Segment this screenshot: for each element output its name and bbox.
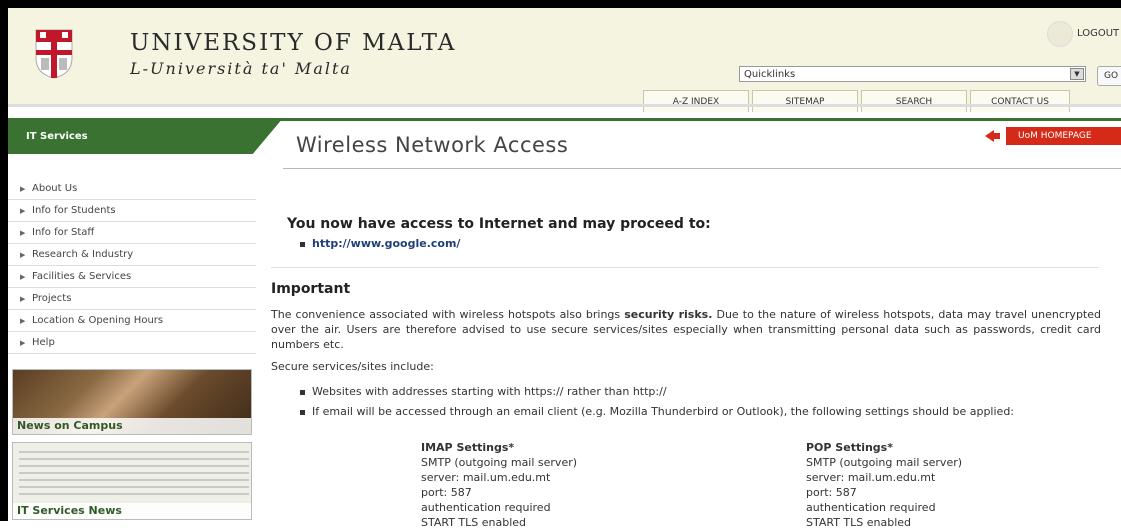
sidebar-item-label: Research & Industry — [32, 249, 134, 260]
sidebar-item-about-us[interactable]: ▶ About Us — [8, 178, 256, 200]
sidebar-item-label: Facilities & Services — [32, 271, 132, 282]
imap-line: port: 587 — [421, 486, 472, 499]
nav-az-index[interactable]: A-Z INDEX — [643, 90, 749, 112]
window-border-top — [0, 0, 1121, 8]
newsletter-thumbnail — [19, 451, 249, 500]
sidebar-item-label: Help — [32, 337, 55, 348]
section-label: IT Services — [26, 131, 88, 142]
chevron-right-icon: ▶ — [20, 251, 26, 259]
pop-line: server: mail.um.edu.mt — [806, 471, 936, 484]
sidebar-item-label: Info for Students — [32, 205, 116, 216]
imap-line: START TLS enabled — [421, 516, 527, 529]
sidebar-item-label: About Us — [32, 183, 78, 194]
imap-line: authentication required — [421, 501, 551, 514]
site-header: UNIVERSITY OF MALTA L-Università ta' Mal… — [8, 8, 1121, 112]
imap-line: SMTP (outgoing mail server) — [421, 456, 578, 469]
logout-label: LOGOUT — [1077, 28, 1120, 39]
imap-heading: IMAP Settings* — [421, 441, 515, 454]
secure-services-label: Secure services/sites include: — [271, 360, 434, 373]
sidebar-item-research-industry[interactable]: ▶ Research & Industry — [8, 244, 256, 266]
chevron-right-icon: ▶ — [20, 339, 26, 347]
chevron-down-icon: ▼ — [1070, 68, 1084, 80]
bullet-icon — [300, 409, 305, 415]
chevron-right-icon: ▶ — [20, 185, 26, 193]
sidebar-item-label: Projects — [32, 293, 72, 304]
security-risks-emphasis: security risks. — [624, 308, 713, 321]
list-item: Websites with addresses starting with ht… — [300, 385, 667, 398]
title-divider — [283, 168, 1121, 169]
bullet-icon — [300, 389, 305, 395]
news-on-campus-promo[interactable]: News on Campus — [12, 369, 252, 435]
imap-line: server: mail.um.edu.mt — [421, 471, 551, 484]
university-crest-icon — [35, 29, 73, 79]
chevron-right-icon: ▶ — [20, 295, 26, 303]
sidebar-item-label: Info for Staff — [32, 227, 95, 238]
it-services-news-promo[interactable]: IT Services News — [12, 442, 252, 520]
header-divider — [8, 104, 1121, 107]
sidebar-item-info-for-staff[interactable]: ▶ Info for Staff — [8, 222, 256, 244]
university-name: UNIVERSITY OF MALTA — [130, 30, 457, 56]
sidebar-item-label: Location & Opening Hours — [32, 315, 164, 326]
sidebar-item-help[interactable]: ▶ Help — [8, 332, 256, 354]
uom-homepage-button[interactable]: UoM HOMEPAGE — [1006, 127, 1121, 145]
promo-caption: News on Campus — [13, 418, 251, 434]
access-heading: You now have access to Internet and may … — [287, 216, 711, 232]
sidebar-item-projects[interactable]: ▶ Projects — [8, 288, 256, 310]
back-arrow-tail — [993, 133, 1000, 139]
nav-sitemap[interactable]: SITEMAP — [752, 90, 858, 112]
nav-search[interactable]: SEARCH — [861, 90, 967, 112]
pop-settings: POP Settings* SMTP (outgoing mail server… — [806, 440, 962, 530]
window-border-left — [0, 0, 8, 521]
sidebar-item-info-for-students[interactable]: ▶ Info for Students — [8, 200, 256, 222]
pop-line: port: 587 — [806, 486, 857, 499]
chevron-right-icon: ▶ — [20, 273, 26, 281]
sidebar-item-location-opening-hours[interactable]: ▶ Location & Opening Hours — [8, 310, 256, 332]
user-icon — [1047, 21, 1073, 47]
important-heading: Important — [271, 281, 351, 297]
pop-line: authentication required — [806, 501, 936, 514]
chevron-right-icon: ▶ — [20, 207, 26, 215]
bullet-icon — [300, 241, 305, 247]
list-item: If email will be accessed through an ema… — [300, 404, 1102, 419]
sidebar-item-facilities-services[interactable]: ▶ Facilities & Services — [8, 266, 256, 288]
top-nav: A-Z INDEX SITEMAP SEARCH CONTACT US — [643, 90, 1073, 112]
pop-heading: POP Settings* — [806, 441, 893, 454]
quicklinks-select[interactable]: Quicklinks ▼ — [739, 66, 1086, 82]
imap-settings: IMAP Settings* SMTP (outgoing mail serve… — [421, 440, 577, 530]
google-link-text: http://www.google.com/ — [312, 237, 461, 250]
chevron-right-icon: ▶ — [20, 229, 26, 237]
quicklinks-value: Quicklinks — [744, 69, 796, 80]
promo-caption: IT Services News — [13, 503, 251, 519]
content-divider — [271, 267, 1099, 268]
chevron-right-icon: ▶ — [20, 317, 26, 325]
page-title: Wireless Network Access — [296, 133, 569, 157]
pop-line: START TLS enabled — [806, 516, 912, 529]
google-link[interactable]: http://www.google.com/ — [300, 237, 461, 250]
nav-contact-us[interactable]: CONTACT US — [970, 90, 1070, 112]
university-subtitle: L-Università ta' Malta — [130, 59, 352, 78]
go-button[interactable]: GO — [1097, 66, 1121, 86]
security-paragraph: The convenience associated with wireless… — [271, 308, 1101, 351]
sidebar: ▶ About Us ▶ Info for Students ▶ Info for S… — [8, 178, 256, 354]
pop-line: SMTP (outgoing mail server) — [806, 456, 963, 469]
